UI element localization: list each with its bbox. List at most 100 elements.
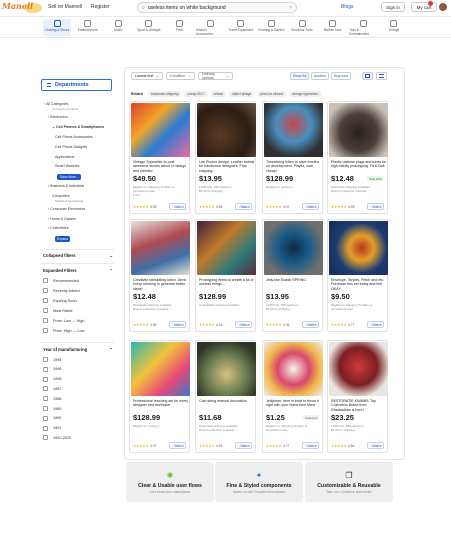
feature-card[interactable]: ✺ Clear & Usable user flows Let's boost yo…: [126, 462, 214, 502]
watch-button[interactable]: ♡ Watch: [302, 321, 319, 328]
checkbox[interactable]: [43, 406, 48, 411]
watch-button[interactable]: ♡ Watch: [235, 321, 252, 328]
expand-button[interactable]: Expand: [55, 236, 70, 242]
tree-cell-phones[interactable]: ⌄ Cell Phones & Smartphones: [52, 125, 122, 129]
product-title[interactable]: Lee Pucker design. Leather botinki for h…: [199, 160, 255, 173]
product-card[interactable]: Professional teaching set for every desi…: [129, 340, 190, 453]
my-cart-button[interactable]: My cart: [411, 2, 437, 12]
product-card[interactable]: Vintage Typewriter to post awesome stori…: [129, 101, 190, 214]
year-header[interactable]: Year of manufacturing ⌃: [43, 347, 113, 352]
tab-category[interactable]: Kitchen Accessories: [196, 19, 224, 36]
watch-button[interactable]: ♡ Watch: [302, 442, 319, 449]
auction-button[interactable]: Auction: [311, 72, 329, 80]
tree-computers[interactable]: Computers: [52, 194, 122, 198]
watch-button[interactable]: ♡ Watch: [169, 442, 186, 449]
product-card[interactable]: RESTORATIE KNAMEL Toy Cosmetics Brand fr…: [327, 340, 388, 453]
year-checkbox[interactable]: 1987: [43, 386, 113, 392]
sign-in-button[interactable]: Sign in: [381, 2, 405, 12]
filter-checkbox[interactable]: Most Rated: [43, 308, 113, 313]
tab-category[interactable]: Music: [104, 19, 132, 36]
tree-all-categories[interactable]: ‹ All Categories: [44, 102, 114, 106]
product-title[interactable]: Jelly-like Elastic SPRING: [266, 278, 322, 291]
filter-checkbox[interactable]: Price: High → Low: [43, 328, 113, 333]
sort-select[interactable]: Lowest first ⌄: [131, 72, 163, 80]
watch-button[interactable]: ♡ Watch: [235, 442, 252, 449]
tree-home-garden[interactable]: › Home & Garden: [48, 217, 118, 221]
tree-item[interactable]: Applications: [55, 155, 125, 159]
product-image[interactable]: [131, 221, 190, 275]
checkbox[interactable]: [43, 278, 48, 283]
collapsed-filters-header[interactable]: Collapsed filters ⌄: [43, 253, 113, 258]
tree-item[interactable]: Smart Watches: [55, 164, 125, 168]
show-all-button[interactable]: Show All: [290, 72, 309, 80]
tab-category[interactable]: Vintage: [380, 19, 408, 36]
watch-button[interactable]: ♡ Watch: [302, 203, 319, 210]
tree-item[interactable]: Cell Phone Accessories: [55, 135, 125, 139]
product-image[interactable]: [197, 221, 256, 275]
year-checkbox[interactable]: 1988: [43, 396, 113, 402]
checkbox[interactable]: [43, 357, 48, 362]
feature-card[interactable]: ✦ Fine & Styled components Speed up with T…: [215, 462, 303, 502]
related-chip[interactable]: cheap 2017: [184, 90, 208, 97]
tab-category[interactable]: Growing & Garden: [257, 19, 285, 36]
watch-button[interactable]: ♡ Watch: [235, 203, 252, 210]
product-title[interactable]: Coin string manual decoration: [199, 399, 255, 412]
sell-link[interactable]: Sell on Mannell: [48, 4, 82, 10]
product-image[interactable]: [131, 342, 190, 396]
product-card[interactable]: Jelly-like Elastic SPRING $13.95 1258 bids…: [262, 219, 323, 332]
related-chip[interactable]: pearl on vibrant: [257, 90, 286, 97]
tab-category[interactable]: Entertainment: [74, 19, 102, 36]
year-checkbox[interactable]: 1991: [43, 425, 113, 431]
search-input[interactable]: useless items on white background: [148, 5, 289, 11]
checkbox[interactable]: [43, 288, 48, 293]
filter-checkbox[interactable]: Expiring Soon: [43, 298, 113, 303]
product-title[interactable]: Jellybean: item in bowl to throw it righ…: [266, 399, 322, 412]
checkbox[interactable]: [43, 318, 48, 323]
product-card[interactable]: Timesaving kitten to save months on deve…: [262, 101, 323, 214]
checkbox[interactable]: [43, 415, 48, 421]
year-checkbox[interactable]: 1992-2020: [43, 435, 113, 441]
checkbox[interactable]: [43, 396, 48, 402]
filter-checkbox[interactable]: Price: Low → High: [43, 318, 113, 323]
product-title[interactable]: Creativity stimulating lotion. Drink eve…: [133, 278, 189, 291]
search-bar[interactable]: ⌕ useless items on white background ×: [137, 2, 297, 13]
tab-category[interactable]: Travel Equipment: [227, 19, 255, 36]
filter-checkbox[interactable]: Recently Added: [43, 288, 113, 293]
product-card[interactable]: Coin string manual decoration $11.68 World…: [195, 340, 256, 453]
register-link[interactable]: Register: [91, 4, 110, 10]
expanded-filters-header[interactable]: Expanded Filters ⌃: [43, 268, 113, 273]
tab-category[interactable]: Pets: [166, 19, 194, 36]
watch-button[interactable]: ♡ Watch: [367, 321, 384, 328]
checkbox[interactable]: [43, 435, 48, 441]
product-image[interactable]: [329, 221, 388, 275]
departments-button[interactable]: Departments: [41, 79, 112, 91]
product-image[interactable]: [264, 221, 323, 275]
product-image[interactable]: [264, 103, 323, 157]
related-chip[interactable]: critical: [210, 90, 226, 97]
checkbox[interactable]: [43, 308, 48, 313]
filter-checkbox[interactable]: Recommended: [43, 278, 113, 283]
avatar[interactable]: [439, 3, 447, 11]
product-image[interactable]: [197, 342, 256, 396]
product-title[interactable]: Professional teaching set for every desi…: [133, 399, 189, 412]
product-title[interactable]: RESTORATIE KNAMEL Toy Cosmetics Brand fr…: [331, 399, 387, 412]
tree-item[interactable]: Cell Phone Gadgets: [55, 145, 125, 149]
year-checkbox[interactable]: 1996: [43, 366, 113, 372]
watch-button[interactable]: ♡ Watch: [169, 203, 186, 210]
related-chip[interactable]: automatic shipping: [147, 90, 182, 97]
product-card[interactable]: Prototyping items to create a lot of use…: [195, 219, 256, 332]
watch-button[interactable]: ♡ Watch: [367, 203, 384, 210]
grid-view-button[interactable]: [362, 72, 373, 80]
watch-button[interactable]: ♡ Watch: [169, 321, 186, 328]
checkbox[interactable]: [43, 376, 48, 382]
show-more-button[interactable]: Show More ⌄: [57, 174, 81, 180]
checkbox[interactable]: [43, 425, 48, 431]
buy-now-button[interactable]: Buy now: [331, 72, 351, 80]
condition-select[interactable]: Condition ⌄: [166, 72, 195, 80]
feature-card[interactable]: ❒ Customizable & Reusable Take our UI patt…: [305, 462, 393, 502]
tab-category[interactable]: Mother Care: [319, 19, 347, 36]
tab-category[interactable]: Clothing & Shoes: [43, 19, 71, 36]
product-card[interactable]: Creativity stimulating lotion. Drink eve…: [129, 219, 190, 332]
tree-collectibles[interactable]: › Collectibles: [48, 226, 118, 230]
product-title[interactable]: Plastic useless plugs and tubes for high…: [331, 160, 387, 173]
